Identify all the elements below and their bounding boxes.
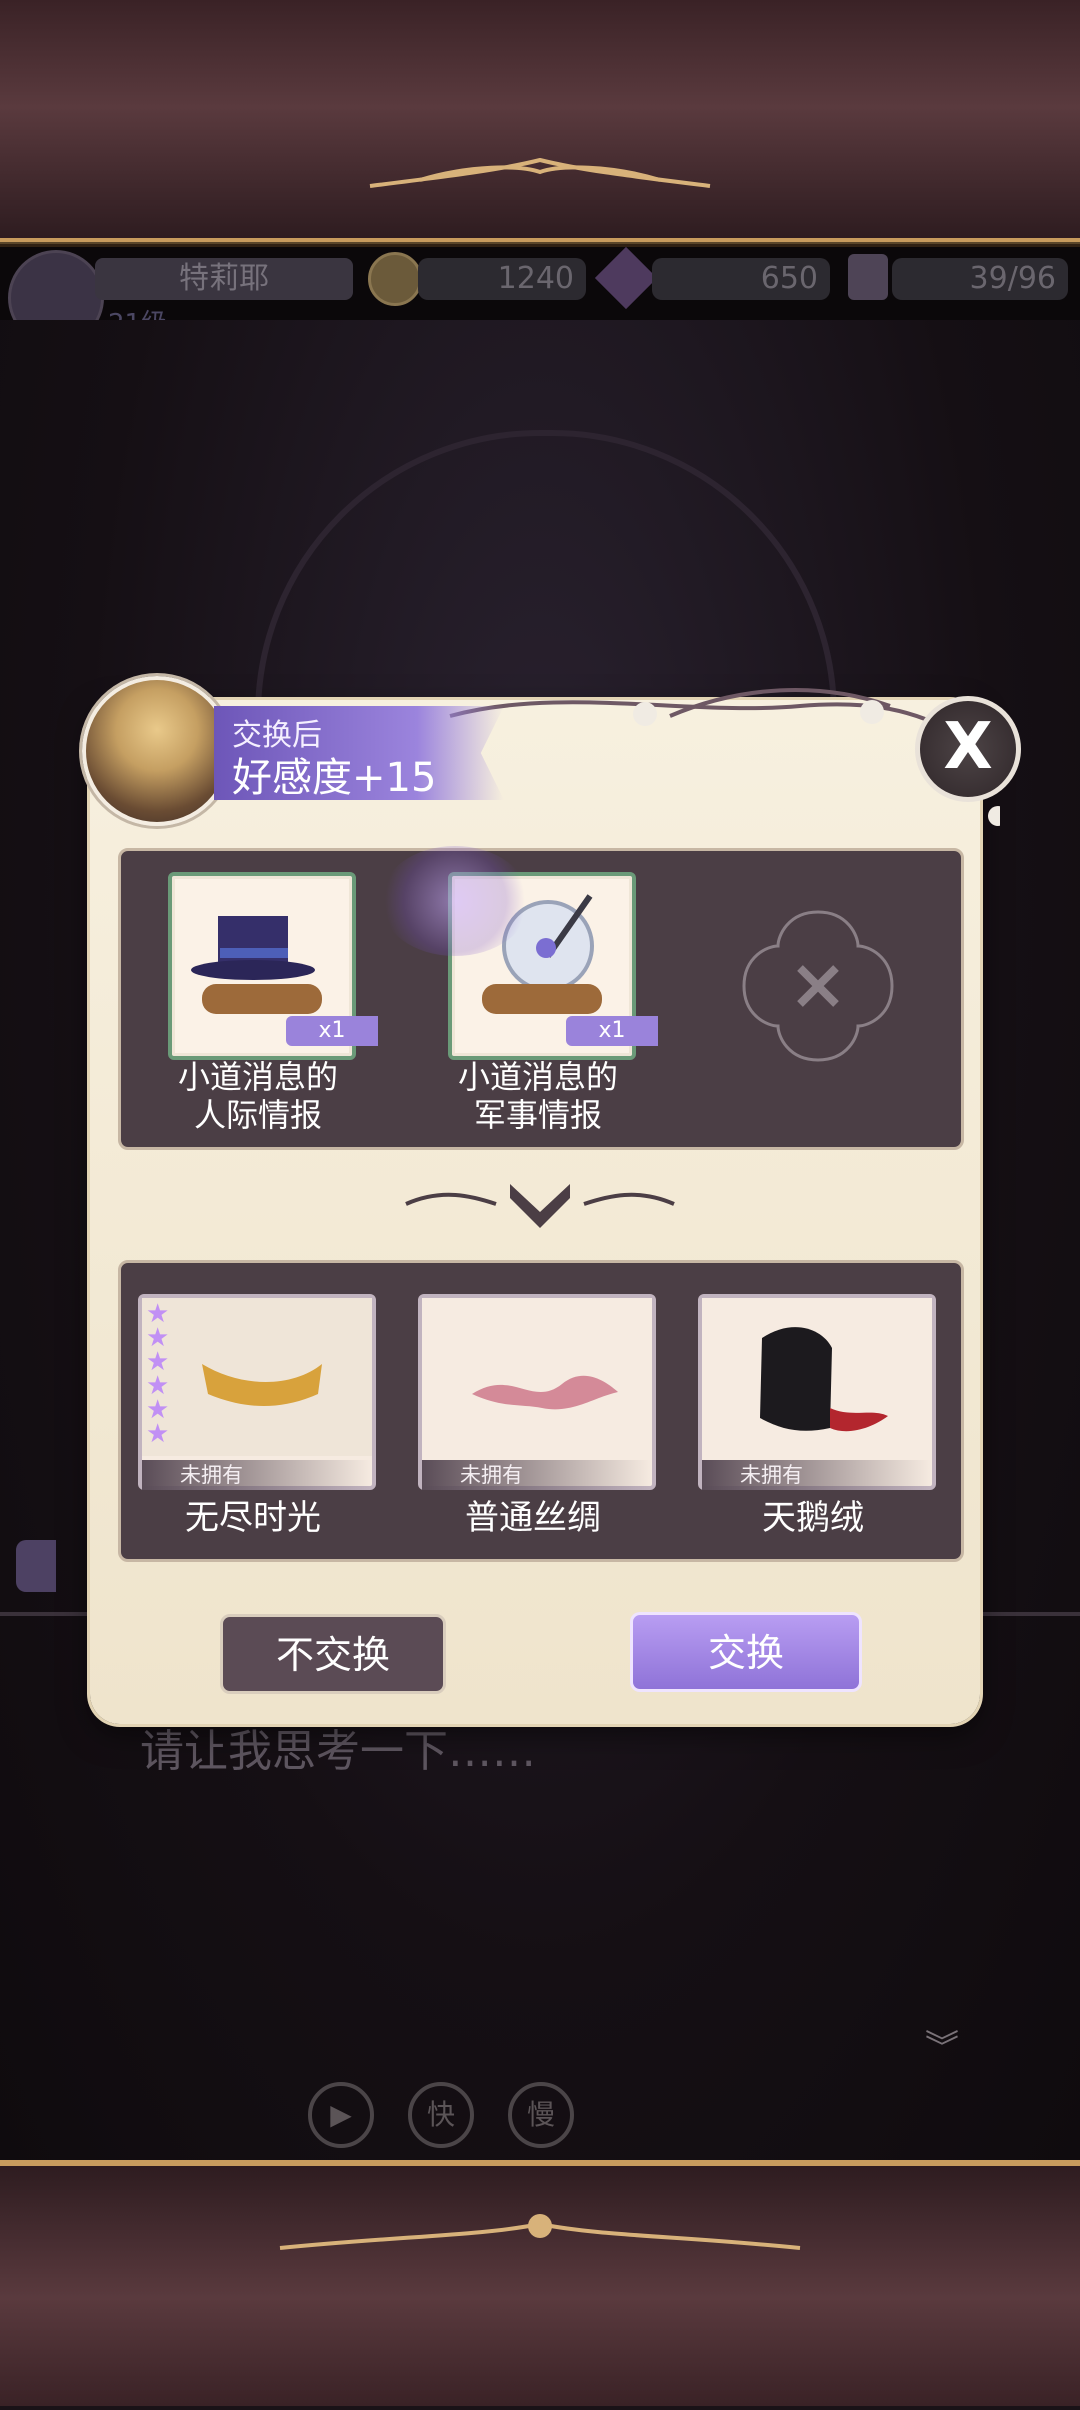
reward-item-name: 无尽时光 bbox=[185, 1498, 321, 1538]
diamond-amount[interactable]: 650 bbox=[652, 258, 830, 300]
stamina-amount[interactable]: 39/96 bbox=[892, 258, 1068, 300]
dialog-text: 请让我思考一下…… bbox=[140, 1726, 536, 1777]
close-button[interactable]: X bbox=[915, 696, 1021, 802]
affection-bonus: 好感度+15 bbox=[232, 755, 437, 801]
reward-item-card[interactable]: 未拥有 bbox=[138, 1294, 376, 1490]
gift-item-name-line1: 小道消息的 bbox=[177, 1058, 338, 1096]
accept-exchange-button[interactable]: 交换 bbox=[630, 1612, 862, 1692]
gift-item-name-line2: 军事情报 bbox=[473, 1096, 602, 1134]
qty-tag: x1 bbox=[286, 1016, 378, 1046]
reward-item-name: 天鹅绒 bbox=[762, 1498, 864, 1538]
silk-icon bbox=[422, 1298, 652, 1456]
gift-item-name-line1: 小道消息的 bbox=[457, 1058, 618, 1096]
reward-item-card[interactable]: 未拥有 bbox=[418, 1294, 656, 1490]
gift-item-name: 小道消息的 人际情报 bbox=[143, 1058, 373, 1134]
top-ornament bbox=[369, 157, 711, 188]
coin-icon bbox=[368, 252, 422, 306]
chevron-down-double-icon[interactable]: ︾ bbox=[925, 2020, 959, 2069]
top-frame bbox=[0, 0, 1080, 244]
down-chevron-icon bbox=[405, 1184, 675, 1228]
side-tab[interactable] bbox=[16, 1540, 56, 1592]
ownership-status: 未拥有 bbox=[422, 1460, 652, 1490]
decline-exchange-button[interactable]: 不交换 bbox=[220, 1614, 446, 1694]
qty-tag: x1 bbox=[566, 1016, 658, 1046]
gold-choker-icon bbox=[142, 1298, 372, 1456]
ownership-status: 未拥有 bbox=[142, 1460, 372, 1490]
gift-item-name-line2: 人际情报 bbox=[193, 1096, 322, 1134]
gift-item-name: 小道消息的 军事情报 bbox=[423, 1058, 653, 1134]
bottom-ornament bbox=[279, 2214, 801, 2250]
velvet-icon bbox=[702, 1298, 932, 1456]
bottom-frame bbox=[0, 2160, 1080, 2406]
ownership-status: 未拥有 bbox=[702, 1460, 932, 1490]
star-rating: ★ ★ ★ ★ ★ ★ bbox=[146, 1299, 170, 1449]
auto-play-button[interactable]: ▶ bbox=[308, 2082, 374, 2148]
player-name: 特莉耶 bbox=[95, 258, 353, 300]
stamina-shoe-icon bbox=[848, 254, 888, 300]
empty-slot-icon bbox=[742, 910, 894, 1062]
slow-button[interactable]: 慢 bbox=[508, 2082, 574, 2148]
reward-item-name: 普通丝绸 bbox=[465, 1498, 601, 1538]
gold-amount[interactable]: 1240 bbox=[418, 258, 586, 300]
rose-glow-effect bbox=[380, 846, 530, 956]
fast-button[interactable]: 快 bbox=[408, 2082, 474, 2148]
reward-item-card[interactable]: 未拥有 bbox=[698, 1294, 936, 1490]
character-avatar bbox=[82, 676, 232, 826]
